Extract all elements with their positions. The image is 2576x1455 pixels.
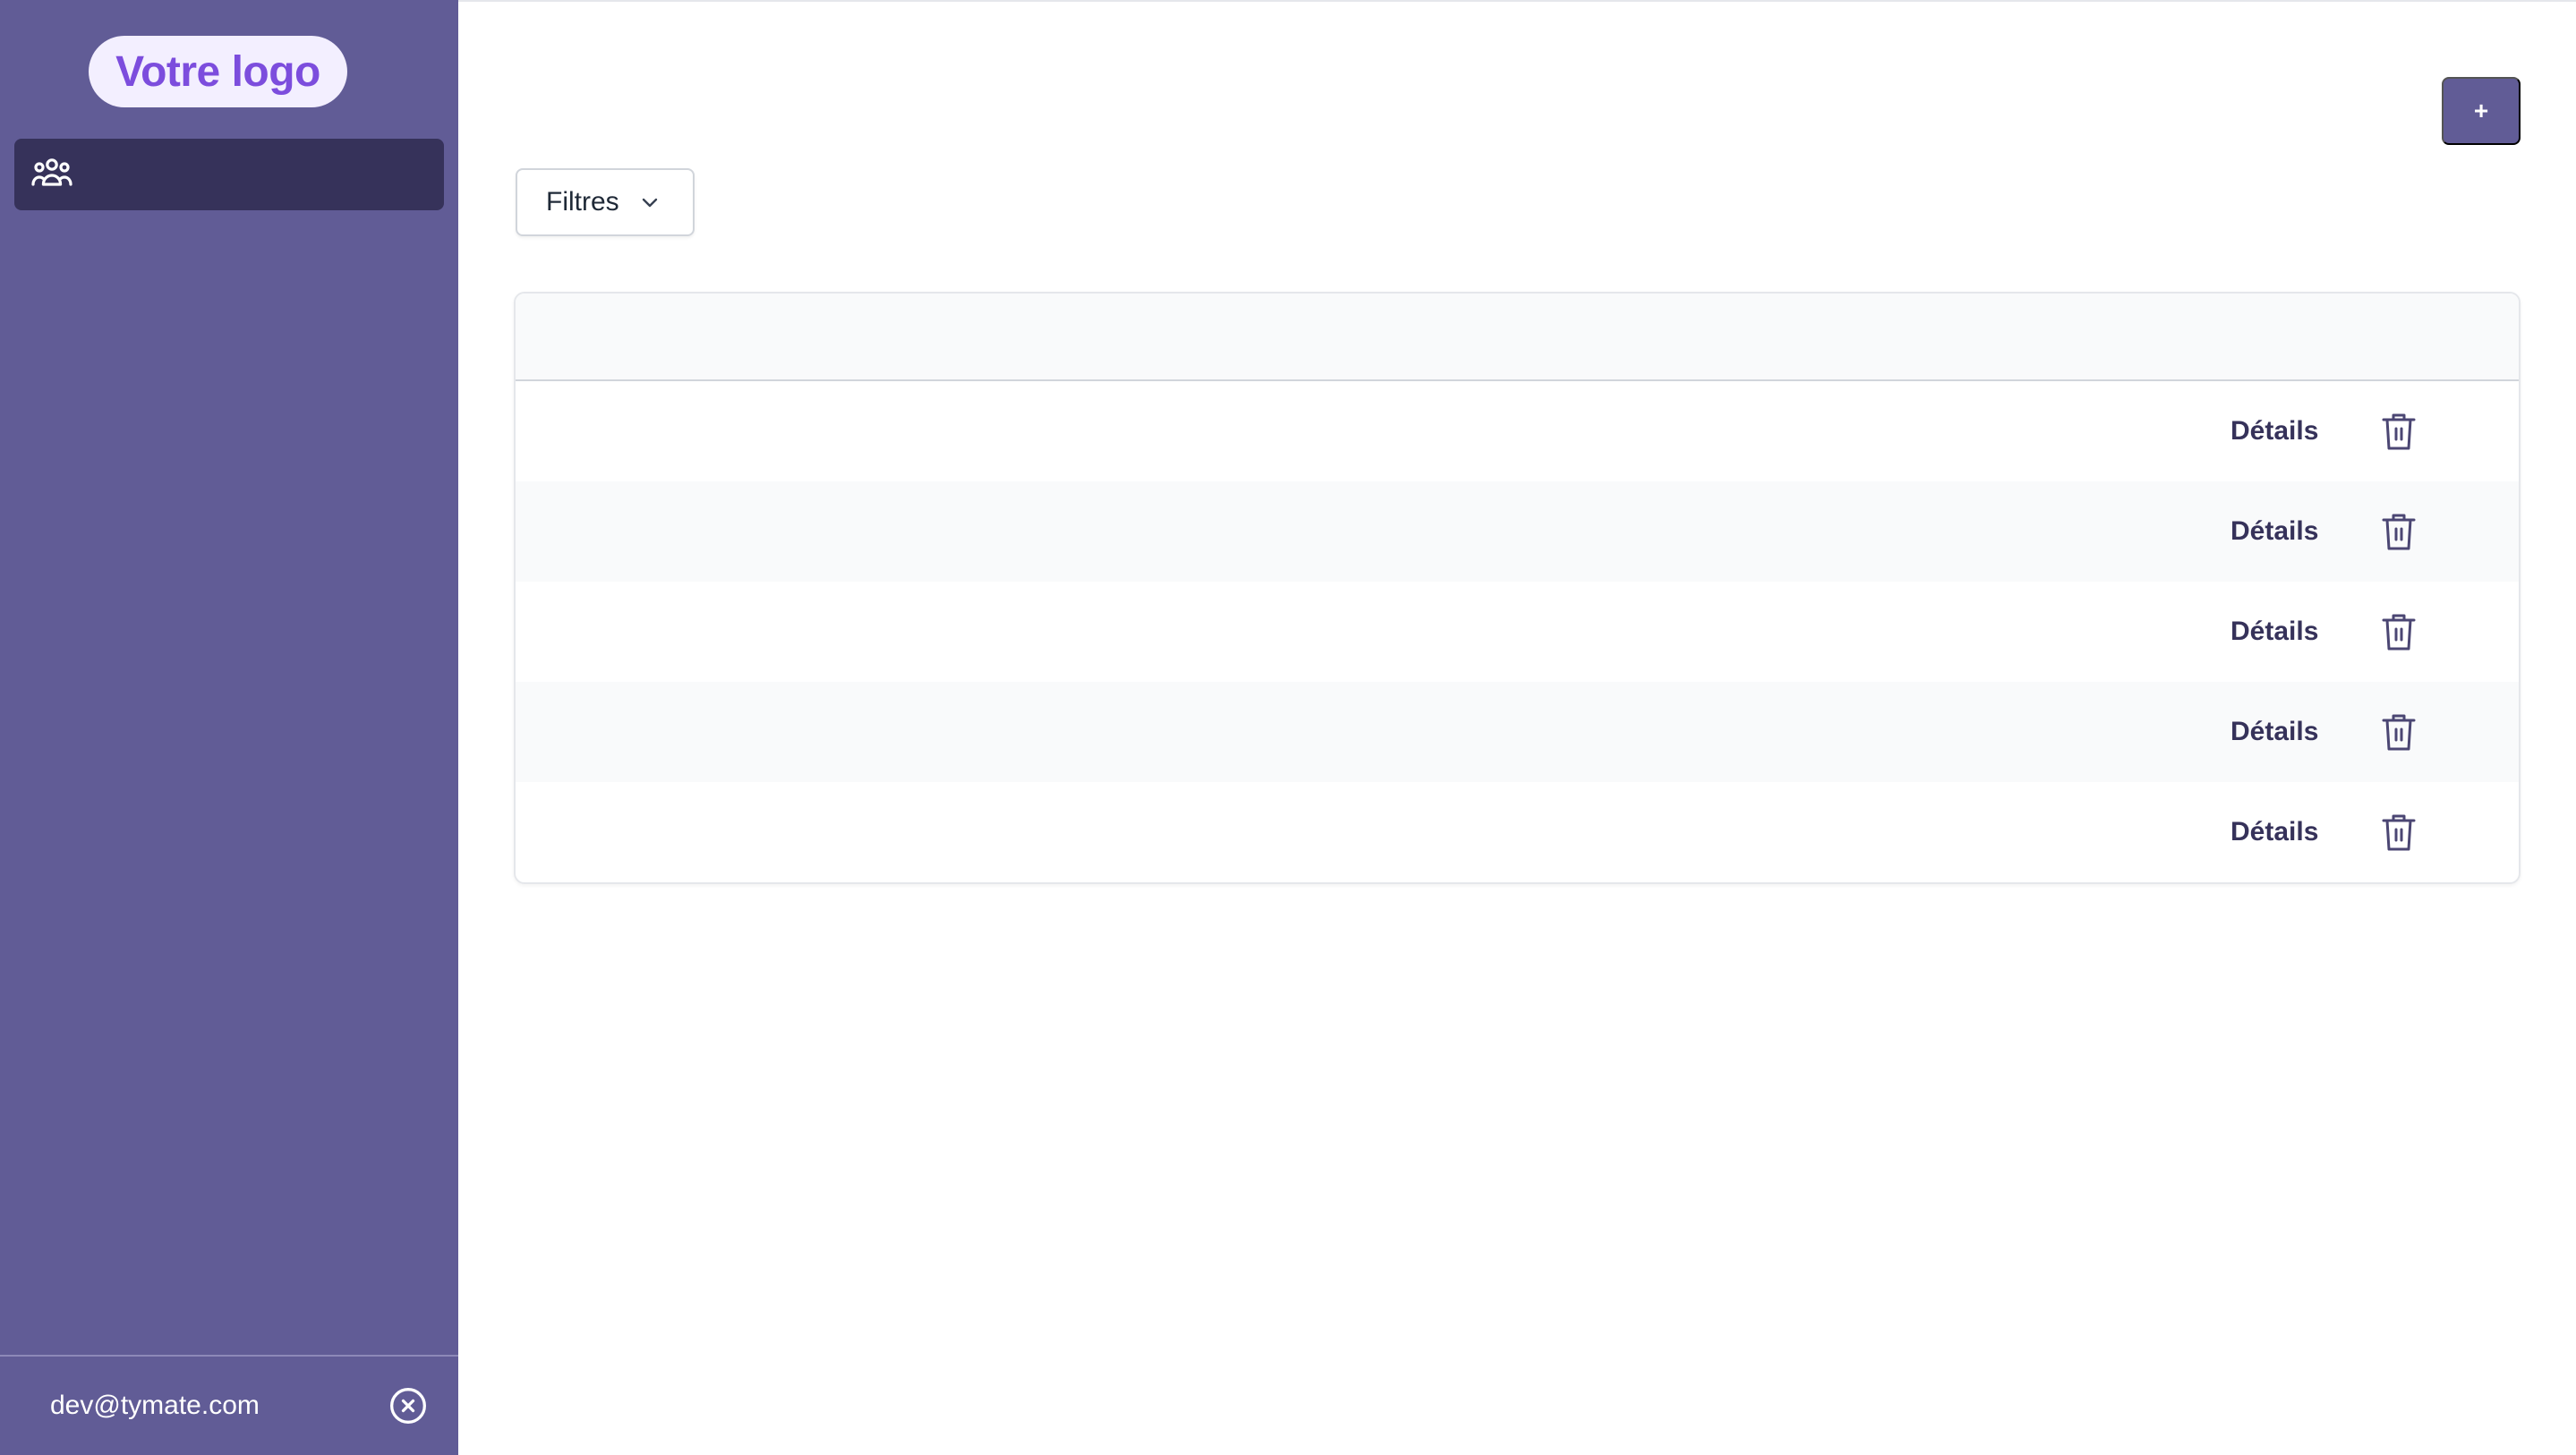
filters-dropdown[interactable]: Filtres — [516, 168, 695, 236]
logo[interactable]: Votre logo — [89, 36, 347, 107]
table-row: Détails — [516, 381, 2519, 481]
delete-button[interactable] — [2377, 710, 2420, 753]
trash-icon — [2382, 413, 2416, 450]
filters-label: Filtres — [546, 187, 619, 217]
delete-button[interactable] — [2377, 410, 2420, 453]
table-row: Détails — [516, 481, 2519, 582]
data-table: Détails Détails Détails Détails Détails — [514, 292, 2521, 884]
add-button[interactable]: + — [2442, 77, 2521, 145]
trash-icon — [2382, 614, 2416, 651]
close-circle-icon — [390, 1388, 426, 1424]
details-link[interactable]: Détails — [2231, 481, 2318, 582]
main-content: + Filtres Détails Détails Détails Détail… — [458, 0, 2576, 1455]
details-link[interactable]: Détails — [2231, 782, 2318, 882]
delete-button[interactable] — [2377, 610, 2420, 653]
user-email: dev@tymate.com — [50, 1391, 260, 1420]
delete-button[interactable] — [2377, 811, 2420, 854]
chevron-down-icon — [642, 198, 657, 208]
details-link[interactable]: Détails — [2231, 582, 2318, 682]
sidebar: Votre logo dev@tymate.com — [0, 0, 458, 1455]
trash-icon — [2382, 714, 2416, 751]
details-link[interactable]: Détails — [2231, 682, 2318, 782]
table-row: Détails — [516, 582, 2519, 682]
details-link[interactable]: Détails — [2231, 381, 2318, 481]
table-row: Détails — [516, 782, 2519, 882]
users-group-icon — [30, 151, 73, 199]
sidebar-footer: dev@tymate.com — [0, 1355, 458, 1455]
trash-icon — [2382, 514, 2416, 550]
app: Votre logo dev@tymate.com + Filtres Déta… — [0, 0, 2576, 1455]
trash-icon — [2382, 814, 2416, 851]
table-header — [516, 294, 2519, 381]
sidebar-item-users[interactable] — [14, 139, 444, 210]
delete-button[interactable] — [2377, 510, 2420, 553]
logout-button[interactable] — [388, 1386, 428, 1425]
table-row: Détails — [516, 682, 2519, 782]
